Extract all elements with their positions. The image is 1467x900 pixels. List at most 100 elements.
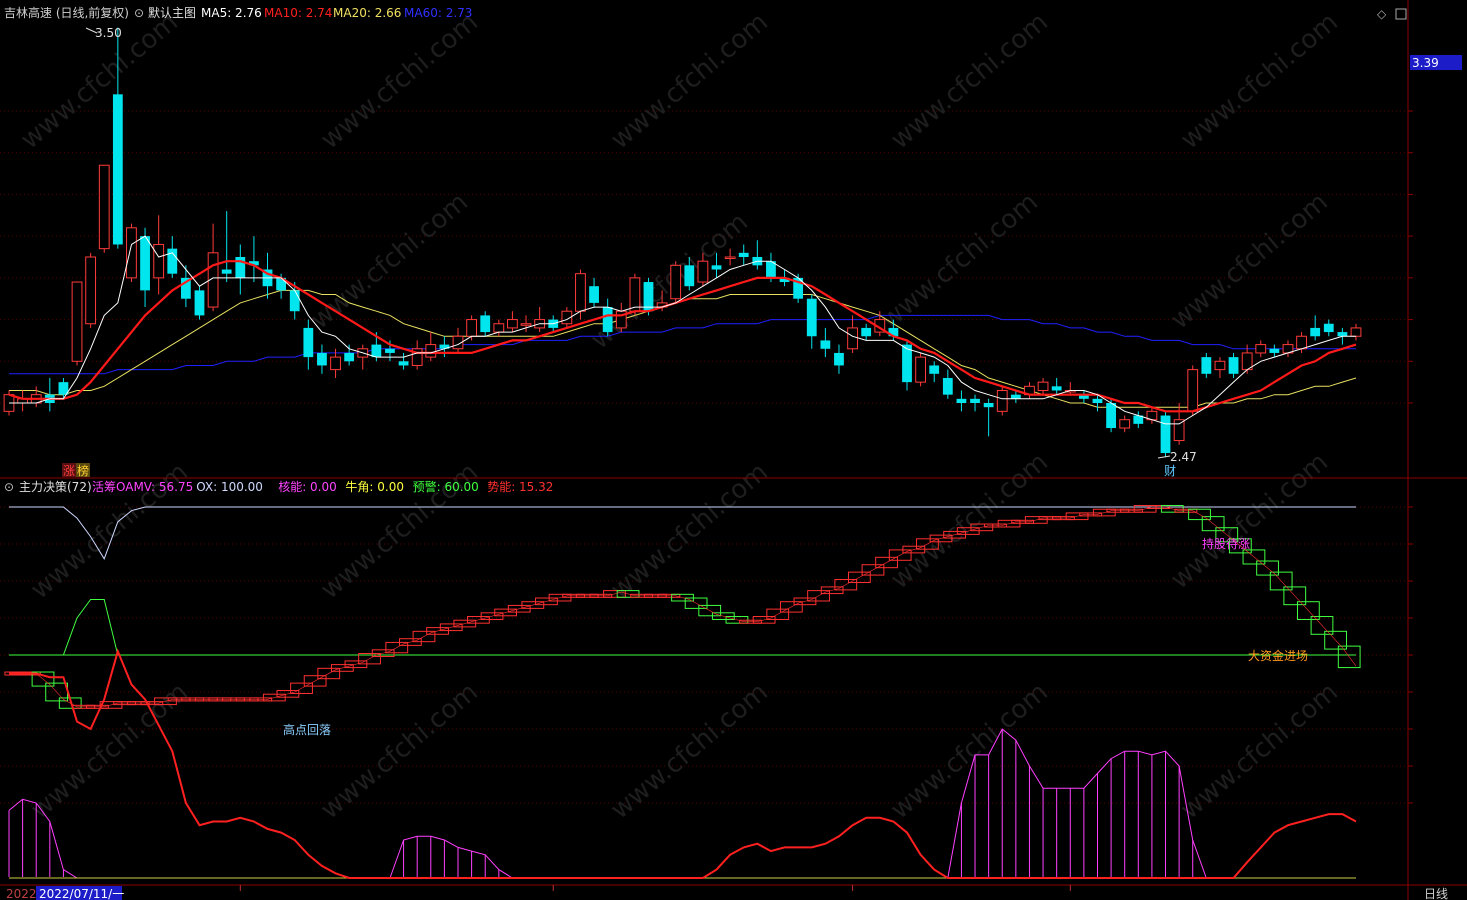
candle bbox=[629, 273, 641, 316]
candle bbox=[398, 352, 409, 370]
ma5-label: MA5: 2.76 bbox=[201, 6, 262, 20]
candle-body bbox=[1255, 344, 1267, 354]
cai-marker[interactable]: 财 bbox=[1164, 464, 1176, 478]
ma60-line bbox=[9, 314, 1356, 375]
candle bbox=[1201, 352, 1212, 378]
candle-body bbox=[847, 327, 858, 350]
candle bbox=[493, 319, 505, 337]
candle-body bbox=[1323, 323, 1334, 333]
candle-body bbox=[1010, 394, 1021, 399]
ma60-label: MA60: 2.73 bbox=[404, 6, 472, 20]
candle-body bbox=[126, 227, 137, 279]
candle bbox=[1024, 382, 1035, 399]
candle-body bbox=[194, 290, 205, 316]
dazijin-label: 大资金进场 bbox=[1248, 648, 1308, 663]
stock-title: 吉林高速 (日线,前复权) bbox=[4, 5, 129, 20]
collapse-icon[interactable]: ⊙ bbox=[134, 6, 144, 20]
sub-indicator-value: 核能: 0.00 bbox=[278, 480, 337, 494]
candle bbox=[1228, 352, 1239, 378]
candle-body bbox=[861, 327, 872, 337]
candle-body bbox=[929, 365, 940, 374]
candle bbox=[1051, 377, 1062, 395]
candle bbox=[221, 211, 232, 283]
candle bbox=[317, 344, 327, 374]
candle bbox=[1310, 315, 1321, 341]
candle-body bbox=[1160, 415, 1171, 454]
candle bbox=[180, 265, 191, 308]
candle-body bbox=[98, 164, 110, 250]
candle bbox=[970, 394, 980, 412]
candle-body bbox=[1228, 357, 1239, 374]
watermark-text: www.cfchi.com bbox=[305, 187, 474, 335]
candle-body bbox=[996, 389, 1008, 412]
candle bbox=[98, 164, 110, 253]
watermark: www.cfchi.com www.cfchi.com www.cfchi.com w… bbox=[15, 7, 1344, 825]
sub-collapse-icon[interactable]: ⊙ bbox=[4, 480, 14, 494]
candle-body bbox=[970, 398, 980, 403]
candle-body bbox=[303, 327, 314, 358]
candle bbox=[1064, 382, 1076, 395]
candle-body bbox=[1037, 381, 1049, 391]
current-price-value: 3.39 bbox=[1412, 56, 1439, 70]
candle bbox=[58, 377, 69, 399]
stock-chart[interactable]: www.cfchi.com www.cfchi.com www.cfchi.com w… bbox=[0, 0, 1467, 900]
candle-body bbox=[85, 256, 97, 325]
month-axis bbox=[239, 885, 1071, 891]
candle bbox=[1119, 415, 1131, 433]
candle-body bbox=[344, 352, 355, 362]
candle-body bbox=[1092, 398, 1103, 403]
candle bbox=[1323, 319, 1334, 337]
ma10-label: MA10: 2.74 bbox=[264, 6, 332, 20]
candle bbox=[806, 294, 817, 349]
candle-body bbox=[983, 403, 994, 408]
candle-body bbox=[1296, 335, 1307, 350]
right-price-axis bbox=[1408, 110, 1413, 804]
candle-body bbox=[330, 356, 341, 371]
candle-body bbox=[684, 265, 695, 287]
candle bbox=[752, 240, 763, 270]
candle bbox=[1037, 377, 1049, 395]
candle-body bbox=[153, 243, 165, 279]
candle-body bbox=[697, 260, 709, 283]
candle-body bbox=[398, 361, 409, 366]
candle bbox=[357, 344, 369, 370]
sub-indicator-title[interactable]: 主力决策(72) bbox=[19, 480, 92, 494]
candle bbox=[425, 332, 437, 362]
ma20-label: MA20: 2.66 bbox=[333, 6, 401, 20]
candle-body bbox=[1173, 419, 1185, 442]
main-indicator-label[interactable]: 默认主图 bbox=[148, 5, 196, 20]
candle-body bbox=[425, 344, 437, 358]
candle bbox=[71, 281, 83, 366]
candle-body bbox=[724, 256, 736, 259]
maximize-icon[interactable] bbox=[1395, 8, 1407, 20]
candle bbox=[44, 377, 55, 412]
candle bbox=[1160, 411, 1171, 458]
candle-body bbox=[371, 344, 382, 358]
gaodian-label: 高点回落 bbox=[283, 722, 331, 737]
candle bbox=[589, 277, 599, 308]
candle bbox=[820, 327, 831, 358]
watermark-text: www.cfchi.com bbox=[1175, 7, 1344, 155]
watermark-text: www.cfchi.com bbox=[585, 207, 754, 355]
candle bbox=[1106, 398, 1116, 433]
candle-body bbox=[589, 286, 599, 303]
candle-body bbox=[602, 307, 613, 333]
diamond-icon[interactable]: ◇ bbox=[1377, 7, 1387, 21]
watermark-text: www.cfchi.com bbox=[885, 7, 1054, 155]
candle-body bbox=[956, 398, 967, 403]
candle bbox=[1078, 390, 1089, 403]
candle bbox=[452, 327, 464, 353]
candle-body bbox=[140, 236, 150, 291]
watermark-text: www.cfchi.com bbox=[605, 7, 774, 155]
candle bbox=[1269, 344, 1280, 358]
candle bbox=[1187, 365, 1199, 416]
candle-body bbox=[520, 323, 532, 326]
sub-indicator-value: 活筹OAMV: 56.75 bbox=[92, 480, 193, 494]
candle bbox=[480, 311, 491, 337]
candle bbox=[738, 244, 749, 266]
candle bbox=[834, 344, 844, 374]
watermark-text: www.cfchi.com bbox=[875, 187, 1044, 335]
candle bbox=[1133, 411, 1144, 429]
candle bbox=[670, 261, 682, 303]
period-label[interactable]: 日线 bbox=[1424, 887, 1448, 900]
